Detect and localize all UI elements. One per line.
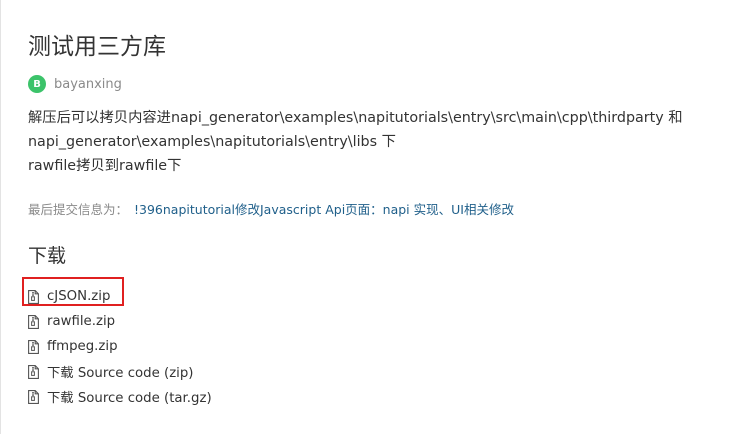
release-panel: 测试用三方库 B bayanxing 解压后可以拷贝内容进napi_genera… — [0, 0, 743, 434]
download-item-source-zip[interactable]: 下载 Source code (zip) — [28, 359, 212, 384]
zip-file-icon — [28, 339, 39, 354]
avatar[interactable]: B — [28, 75, 46, 93]
download-filename: 下载 Source code (zip) — [47, 366, 194, 381]
release-description: 解压后可以拷贝内容进napi_generator\examples\napitu… — [28, 106, 728, 178]
description-line: rawfile拷贝到rawfile下 — [28, 158, 182, 174]
downloads-heading: 下载 — [28, 245, 67, 267]
zip-file-icon — [28, 389, 39, 404]
author-name[interactable]: bayanxing — [54, 77, 122, 92]
commit-info: 最后提交信息为： !396napitutorial修改Javascript Api… — [28, 200, 514, 220]
download-item-rawfile[interactable]: rawfile.zip — [28, 309, 212, 334]
zip-file-icon — [28, 364, 39, 379]
author-row: B bayanxing — [28, 74, 122, 94]
zip-file-icon — [28, 314, 39, 329]
download-item-ffmpeg[interactable]: ffmpeg.zip — [28, 334, 212, 359]
commit-label: 最后提交信息为： — [28, 202, 129, 217]
commit-link[interactable]: !396napitutorial修改Javascript Api页面：napi … — [134, 202, 514, 217]
download-filename: rawfile.zip — [47, 314, 116, 329]
download-filename: ffmpeg.zip — [47, 339, 118, 354]
description-line: napi_generator\examples\napitutorials\en… — [28, 134, 396, 150]
download-filename: 下载 Source code (tar.gz) — [47, 391, 212, 406]
description-line: 解压后可以拷贝内容进napi_generator\examples\napitu… — [28, 110, 683, 126]
download-item-source-targz[interactable]: 下载 Source code (tar.gz) — [28, 384, 212, 409]
release-title: 测试用三方库 — [28, 34, 166, 60]
highlight-box — [22, 277, 124, 306]
